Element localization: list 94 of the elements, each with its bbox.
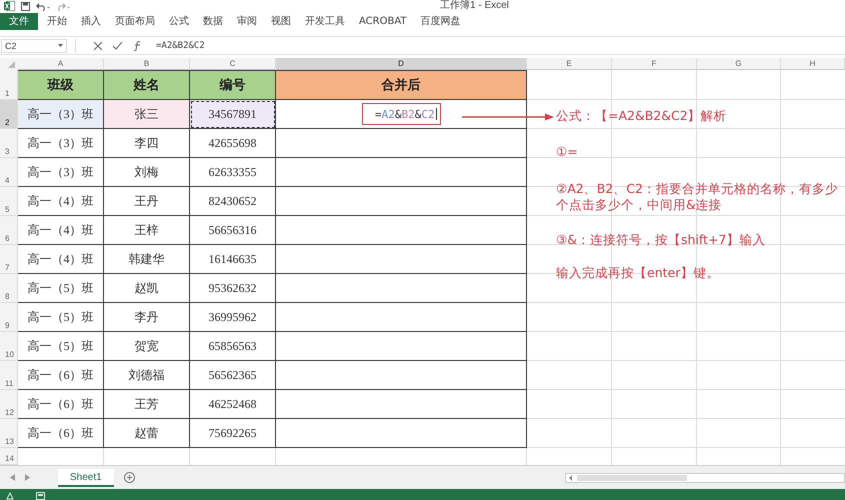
ribbon-tab[interactable]: 数据 xyxy=(196,13,230,30)
column-header[interactable]: D xyxy=(276,58,527,70)
table-cell: 62633355 xyxy=(190,158,276,187)
table-cell: 42655698 xyxy=(190,129,276,158)
table-cell: 王芳 xyxy=(104,390,190,419)
row-header[interactable]: 3 xyxy=(0,129,18,158)
column-heading: 编号 xyxy=(190,70,276,100)
table-cell: 王梓 xyxy=(104,216,190,245)
annotation-text: 公式：【=A2&B2&C2】解析 xyxy=(556,108,727,124)
table-cell: 高一（3）班 xyxy=(18,100,104,129)
row-header[interactable]: 10 xyxy=(0,332,18,361)
column-heading: 合并后 xyxy=(276,70,527,100)
table-cell: 高一（6）班 xyxy=(18,361,104,390)
table-cell: 高一（6）班 xyxy=(18,390,104,419)
table-cell: 36995962 xyxy=(190,303,276,332)
table-cell: 高一（3）班 xyxy=(18,158,104,187)
row-header[interactable]: 9 xyxy=(0,303,18,332)
row-header[interactable]: 2 xyxy=(0,100,18,129)
annotation-text: ②A2、B2、C2：指要合并单元格的名称，有多少个点击多少个，中间用&连接 xyxy=(556,181,839,213)
table-cell: 刘德福 xyxy=(104,361,190,390)
row-header[interactable]: 11 xyxy=(0,361,18,390)
row-header[interactable]: 6 xyxy=(0,216,18,245)
table-cell: 李四 xyxy=(104,129,190,158)
row-header[interactable]: 4 xyxy=(0,158,18,187)
sheet-tab[interactable]: Sheet1 xyxy=(58,468,114,486)
annotation-text: 输入完成再按【enter】键。 xyxy=(556,265,720,281)
column-header[interactable]: E xyxy=(527,58,612,70)
row-header[interactable]: 13 xyxy=(0,419,18,448)
column-heading: 姓名 xyxy=(104,70,190,100)
table-cell: 赵凯 xyxy=(104,274,190,303)
name-box[interactable]: C2 xyxy=(1,38,67,52)
macro-record-icon[interactable] xyxy=(36,492,45,500)
ready-icon xyxy=(6,492,14,500)
ribbon-tab[interactable]: 开发工具 xyxy=(298,13,352,30)
table-cell: 王丹 xyxy=(104,187,190,216)
formula-field[interactable]: =A2&B2&C2 xyxy=(156,40,205,50)
window-title: 工作簿1 - Excel xyxy=(440,0,509,12)
column-heading: 班级 xyxy=(18,70,104,100)
row-header[interactable]: 5 xyxy=(0,187,18,216)
row-header[interactable]: 7 xyxy=(0,245,18,274)
row-header[interactable]: 1 xyxy=(0,70,18,100)
ribbon-tab[interactable]: ACROBAT xyxy=(352,13,414,30)
table-cell: 高一（3）班 xyxy=(18,129,104,158)
ribbon-tab[interactable]: 公式 xyxy=(162,13,196,30)
ribbon-tab[interactable]: 页面布局 xyxy=(108,13,162,30)
ribbon-tab[interactable]: 视图 xyxy=(264,13,298,30)
table-cell: 高一（4）班 xyxy=(18,187,104,216)
table-cell: 82430652 xyxy=(190,187,276,216)
table-cell: 95362632 xyxy=(190,274,276,303)
formula-input[interactable]: =A2&B2&C2 xyxy=(362,103,441,125)
table-cell: 高一（5）班 xyxy=(18,303,104,332)
cancel-icon[interactable] xyxy=(94,42,102,50)
table-cell: 34567891 xyxy=(190,100,276,129)
ribbon-tab[interactable]: 百度网盘 xyxy=(414,13,468,30)
table-cell: 高一（6）班 xyxy=(18,419,104,448)
file-tab[interactable]: 文件 xyxy=(0,13,38,30)
column-header[interactable]: G xyxy=(697,58,781,70)
table-cell: 刘梅 xyxy=(104,158,190,187)
table-cell: 65856563 xyxy=(190,332,276,361)
column-header[interactable]: B xyxy=(104,58,190,70)
ribbon-tab[interactable]: 开始 xyxy=(40,13,74,30)
undo-icon[interactable] xyxy=(36,2,50,10)
table-cell: 贺宽 xyxy=(104,332,190,361)
column-header[interactable]: H xyxy=(781,58,845,70)
column-header[interactable]: A xyxy=(18,58,104,70)
table-cell: 赵蕾 xyxy=(104,419,190,448)
table-cell: 高一（4）班 xyxy=(18,245,104,274)
column-header[interactable]: F xyxy=(612,58,697,70)
row-header[interactable]: 12 xyxy=(0,390,18,419)
table-cell: 高一（5）班 xyxy=(18,274,104,303)
ribbon-tab[interactable]: 插入 xyxy=(74,13,108,30)
horizontal-scrollbar[interactable] xyxy=(565,472,845,482)
table-cell: 16146635 xyxy=(190,245,276,274)
annotation-text: ①= xyxy=(556,144,578,160)
table-cell: 李丹 xyxy=(104,303,190,332)
dropdown-icon[interactable] xyxy=(58,44,63,47)
table-cell: 张三 xyxy=(104,100,190,129)
check-icon[interactable] xyxy=(113,42,122,50)
column-header[interactable]: C xyxy=(190,58,276,70)
table-cell: 高一（4）班 xyxy=(18,216,104,245)
save-icon[interactable] xyxy=(21,2,30,10)
table-cell: 高一（5）班 xyxy=(18,332,104,361)
function-icon[interactable] xyxy=(133,40,142,50)
excel-logo-icon[interactable] xyxy=(4,1,15,11)
table-cell: 46252468 xyxy=(190,390,276,419)
row-header[interactable]: 8 xyxy=(0,274,18,303)
table-cell: 75692265 xyxy=(190,419,276,448)
table-cell: 56656316 xyxy=(190,216,276,245)
add-sheet-icon[interactable] xyxy=(124,472,135,483)
annotation-text: ③&：连接符号，按【shift+7】输入 xyxy=(556,232,766,248)
table-cell: 韩建华 xyxy=(104,245,190,274)
ribbon-tab[interactable]: 审阅 xyxy=(230,13,264,30)
table-cell: 56562365 xyxy=(190,361,276,390)
row-header[interactable]: 14 xyxy=(0,448,18,465)
